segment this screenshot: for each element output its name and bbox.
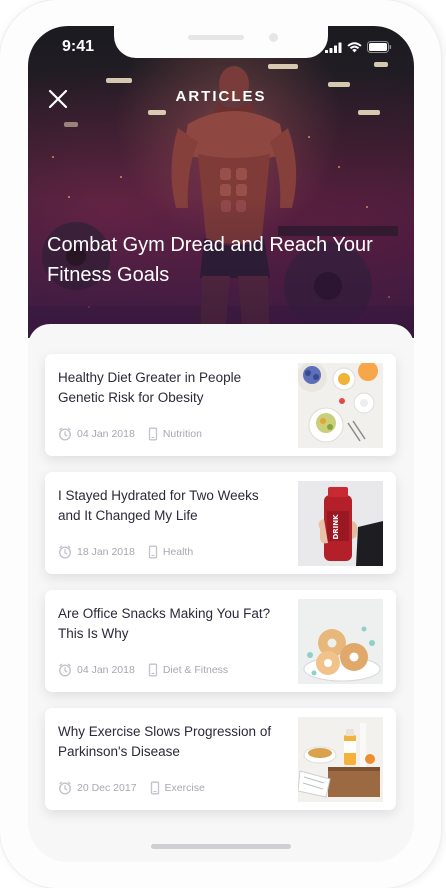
bookmark-icon <box>148 427 157 441</box>
canvas: 9:41 ARTICLES Combat Gym Dread and Reach… <box>0 0 446 888</box>
article-meta: 04 Jan 2018 Diet & Fitness <box>58 663 228 677</box>
article-date: 18 Jan 2018 <box>58 545 135 559</box>
article-date-text: 04 Jan 2018 <box>77 428 135 440</box>
status-time: 9:41 <box>62 38 95 55</box>
battery-icon <box>367 41 392 53</box>
article-title: Healthy Diet Greater in People Genetic R… <box>58 370 242 405</box>
spark <box>308 136 310 138</box>
juice-bottle-thumbnail: DRINK <box>298 481 383 566</box>
device-notch <box>114 26 328 58</box>
article-date: 20 Dec 2017 <box>58 781 137 795</box>
healthy-breakfast-thumbnail <box>298 363 383 448</box>
article-category: Nutrition <box>148 427 202 441</box>
ceiling-light <box>64 122 78 127</box>
article-meta: 04 Jan 2018 Nutrition <box>58 427 202 441</box>
spark <box>338 166 340 168</box>
phone-frame: 9:41 ARTICLES Combat Gym Dread and Reach… <box>0 0 441 888</box>
clock-icon <box>58 781 72 795</box>
speaker-grille <box>188 35 244 40</box>
article-card[interactable]: Why Exercise Slows Progression of Parkin… <box>45 708 396 810</box>
front-camera <box>269 33 278 42</box>
article-list: Healthy Diet Greater in People Genetic R… <box>28 324 414 862</box>
article-category-text: Diet & Fitness <box>162 664 229 676</box>
article-title: Are Office Snacks Making You Fat? This I… <box>58 606 271 641</box>
article-date-text: 18 Jan 2018 <box>77 546 135 558</box>
clock-icon <box>58 663 72 677</box>
bookmark-icon <box>148 545 157 559</box>
article-meta: 20 Dec 2017 Exercise <box>58 781 205 795</box>
ceiling-light <box>328 82 350 87</box>
clock-icon <box>58 545 72 559</box>
spark <box>120 176 122 178</box>
article-category: Exercise <box>150 781 205 795</box>
home-indicator[interactable] <box>151 844 291 849</box>
article-date-text: 04 Jan 2018 <box>77 664 135 676</box>
status-icons <box>325 40 392 54</box>
bookmark-icon <box>150 781 159 795</box>
ceiling-light <box>358 110 380 115</box>
cellular-signal-icon <box>325 42 342 53</box>
donuts-thumbnail <box>298 599 383 684</box>
article-category: Health <box>148 545 193 559</box>
wifi-icon <box>347 41 362 52</box>
article-category-text: Exercise <box>164 782 205 794</box>
article-date: 04 Jan 2018 <box>58 663 135 677</box>
article-title: Why Exercise Slows Progression of Parkin… <box>58 724 272 759</box>
article-title: I Stayed Hydrated for Two Weeks and It C… <box>58 488 259 523</box>
clock-icon <box>58 427 72 441</box>
page-title: ARTICLES <box>175 88 267 105</box>
spark <box>52 156 54 158</box>
bookmark-icon <box>148 663 157 677</box>
article-card[interactable]: Are Office Snacks Making You Fat? This I… <box>45 590 396 692</box>
article-meta: 18 Jan 2018 Health <box>58 545 193 559</box>
hero-image <box>28 26 414 338</box>
article-card[interactable]: Healthy Diet Greater in People Genetic R… <box>45 354 396 456</box>
article-category-text: Health <box>162 546 194 558</box>
ceiling-light <box>106 78 132 83</box>
app-screen: 9:41 ARTICLES Combat Gym Dread and Reach… <box>28 26 414 862</box>
featured-article-title[interactable]: Combat Gym Dread and Reach Your Fitness … <box>47 230 377 290</box>
article-category: Diet & Fitness <box>148 663 228 677</box>
status-bar: 9:41 <box>28 26 414 70</box>
breakfast-tray-thumbnail <box>298 717 383 802</box>
svg-text:DRINK: DRINK <box>332 514 340 540</box>
article-date-text: 20 Dec 2017 <box>77 782 137 794</box>
article-card[interactable]: I Stayed Hydrated for Two Weeks and It C… <box>45 472 396 574</box>
article-category-text: Nutrition <box>162 428 202 440</box>
article-date: 04 Jan 2018 <box>58 427 135 441</box>
